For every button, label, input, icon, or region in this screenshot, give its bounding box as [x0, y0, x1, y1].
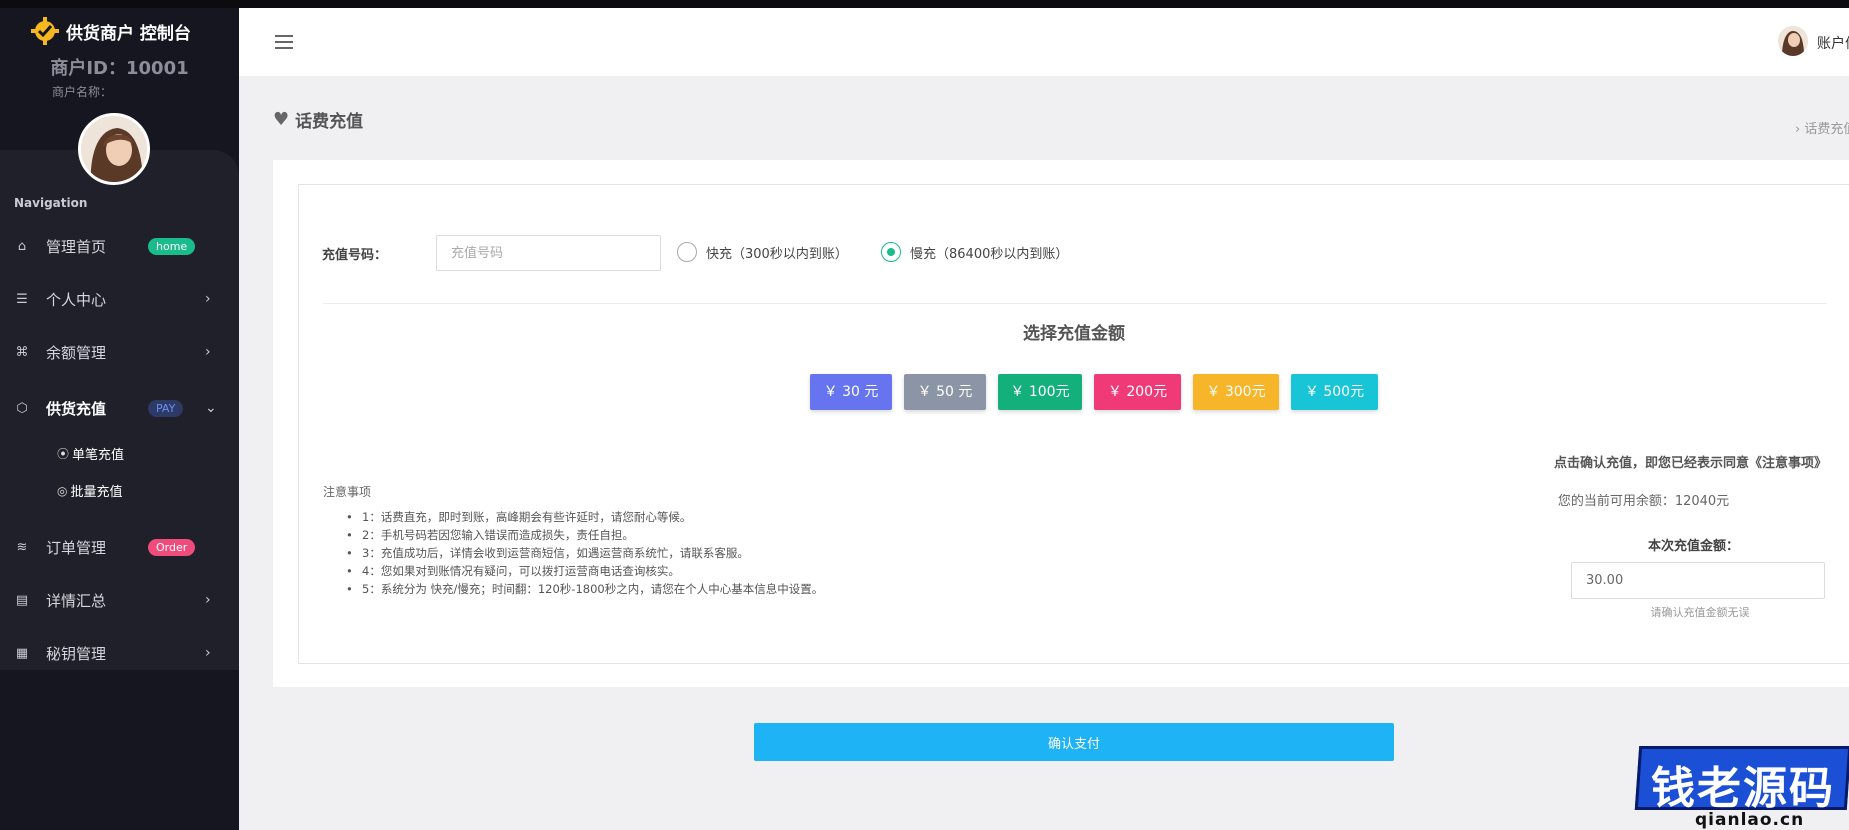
amount-300-button[interactable]: ￥ 300元	[1193, 374, 1279, 410]
sidebar-item-label: 详情汇总	[46, 591, 107, 610]
amount-30-button[interactable]: ￥ 30 元	[810, 374, 892, 410]
swirl-icon: ◎	[57, 483, 68, 498]
balance-text: 您的当前可用余额：12040元	[1557, 494, 1730, 509]
map-icon: ▦	[15, 645, 29, 661]
brand-title: 供货商户 控制台	[66, 23, 191, 44]
this-amount-label: 本次充值金额：	[1647, 539, 1739, 554]
heart-icon: ♥	[273, 109, 290, 130]
amount-200-button[interactable]: ￥ 200元	[1094, 374, 1181, 410]
notes-title: 注意事项	[323, 485, 372, 499]
amount-title: 选择充值金额	[1023, 324, 1125, 344]
sidebar-item-home[interactable]: ⌂ 管理首页 home	[0, 226, 239, 266]
sidebar-item-recharge[interactable]: ⬡ 供货充值 PAY ⌄	[0, 388, 239, 428]
radio-label: 快充（300秒以内到账）	[706, 246, 848, 262]
broadcast-icon: ⦿	[57, 447, 70, 461]
home-badge: home	[148, 237, 196, 255]
sidebar-item-label: 管理首页	[46, 237, 107, 256]
home-icon: ⌂	[17, 238, 27, 254]
avatar[interactable]	[78, 113, 150, 185]
slow-recharge-radio[interactable]: 慢充（86400秒以内到账）	[881, 242, 1068, 262]
header-avatar[interactable]	[1778, 26, 1808, 56]
sidebar-item-keys[interactable]: ▦ 秘钥管理 ›	[0, 633, 239, 673]
sidebar-item-label: 个人中心	[46, 290, 107, 309]
amount-hint: 请确认充值金额无误	[1650, 606, 1750, 619]
note-item: 5：系统分为 快充/慢充；时间翻：120秒-1800秒之内，请您在个人中心基本信…	[346, 580, 823, 598]
nav-label: Navigation	[14, 196, 88, 210]
profile-photo-small	[1778, 26, 1808, 56]
document-icon: ▤	[15, 592, 29, 608]
page-title: ♥ 话费充值	[273, 107, 363, 132]
sidebar-item-label: 供货充值	[46, 399, 107, 418]
amount-100-button[interactable]: ￥ 100元	[998, 374, 1082, 410]
merchant-name: 商户名称：	[52, 85, 113, 99]
chevron-right-icon: ›	[205, 592, 211, 608]
note-item: 3：充值成功后，详情会收到运营商短信，如遇运营商系统忙，请联系客服。	[346, 544, 823, 562]
agree-text: 点击确认充值，即您已经表示同意《注意事项》	[1553, 456, 1827, 471]
sub-item-label: 批量充值	[70, 485, 123, 500]
list-icon: ☰	[16, 291, 28, 307]
pay-badge: PAY	[148, 399, 184, 417]
gear-logo-icon	[31, 17, 59, 45]
sidebar-item-label: 余额管理	[46, 343, 107, 362]
sidebar-item-label: 订单管理	[46, 538, 107, 557]
watermark-text: 钱老源码	[1651, 763, 1835, 814]
note-item: 2：手机号码若因您输入错误而造成损失，责任自担。	[346, 526, 823, 544]
merchant-id: 商户ID：10001	[50, 58, 189, 79]
amount-input[interactable]	[1571, 562, 1825, 599]
chevron-right-icon: ›	[205, 344, 211, 360]
sidebar-item-orders[interactable]: ≋ 订单管理 Order	[0, 527, 239, 567]
radio-circle	[677, 242, 697, 262]
sidebar-item-label: 秘钥管理	[46, 644, 107, 663]
chevron-down-icon: ⌄	[205, 400, 217, 416]
chevron-right-icon: ›	[205, 291, 211, 307]
sub-item-single[interactable]: ⦿ 单笔充值	[57, 444, 124, 463]
note-item: 4：您如果对到账情况有疑问，可以拨打运营商电话查询核实。	[346, 562, 823, 580]
amount-500-button[interactable]: ￥ 500元	[1291, 374, 1378, 410]
chevron-right-icon: ›	[205, 645, 211, 661]
amount-50-button[interactable]: ￥ 50 元	[904, 374, 986, 410]
order-badge: Order	[148, 538, 196, 556]
sub-item-label: 单笔充值	[72, 448, 125, 463]
breadcrumb[interactable]: › 话费充值	[1795, 118, 1849, 137]
radio-circle-selected	[881, 242, 901, 262]
fast-recharge-radio[interactable]: 快充（300秒以内到账）	[677, 242, 848, 262]
top-edge	[0, 0, 1849, 8]
command-icon: ⌘	[15, 344, 29, 360]
menu-toggle-icon[interactable]	[275, 35, 293, 49]
sidebar: 供货商户 控制台 商户ID：10001 商户名称： Navigation ⌂ 管…	[0, 8, 239, 830]
account-menu[interactable]: 账户信息	[1817, 33, 1849, 53]
layers-icon: ≋	[16, 539, 28, 555]
note-item: 1：话费直充，即时到账，高峰期会有些许延时，请您耐心等候。	[346, 508, 823, 526]
confirm-pay-button[interactable]: 确认支付	[754, 723, 1394, 761]
sub-item-batch[interactable]: ◎ 批量充值	[57, 481, 123, 501]
watermark-url: qianlao.cn	[1695, 810, 1805, 830]
watermark-logo: 钱老源码 qianlao.cn	[1627, 740, 1849, 830]
phone-input[interactable]	[436, 235, 661, 271]
page-title-text: 话费充值	[295, 112, 364, 132]
sidebar-item-personal[interactable]: ☰ 个人中心 ›	[0, 279, 239, 319]
divider	[323, 303, 1827, 304]
box-icon: ⬡	[16, 400, 28, 416]
radio-label: 慢充（86400秒以内到账）	[910, 246, 1069, 262]
notes-list: 1：话费直充，即时到账，高峰期会有些许延时，请您耐心等候。 2：手机号码若因您输…	[346, 508, 823, 598]
brand: 供货商户 控制台	[30, 16, 191, 46]
header: 账户信息	[239, 8, 1849, 76]
sidebar-item-summary[interactable]: ▤ 详情汇总 ›	[0, 580, 239, 620]
phone-label: 充值号码：	[322, 248, 388, 263]
